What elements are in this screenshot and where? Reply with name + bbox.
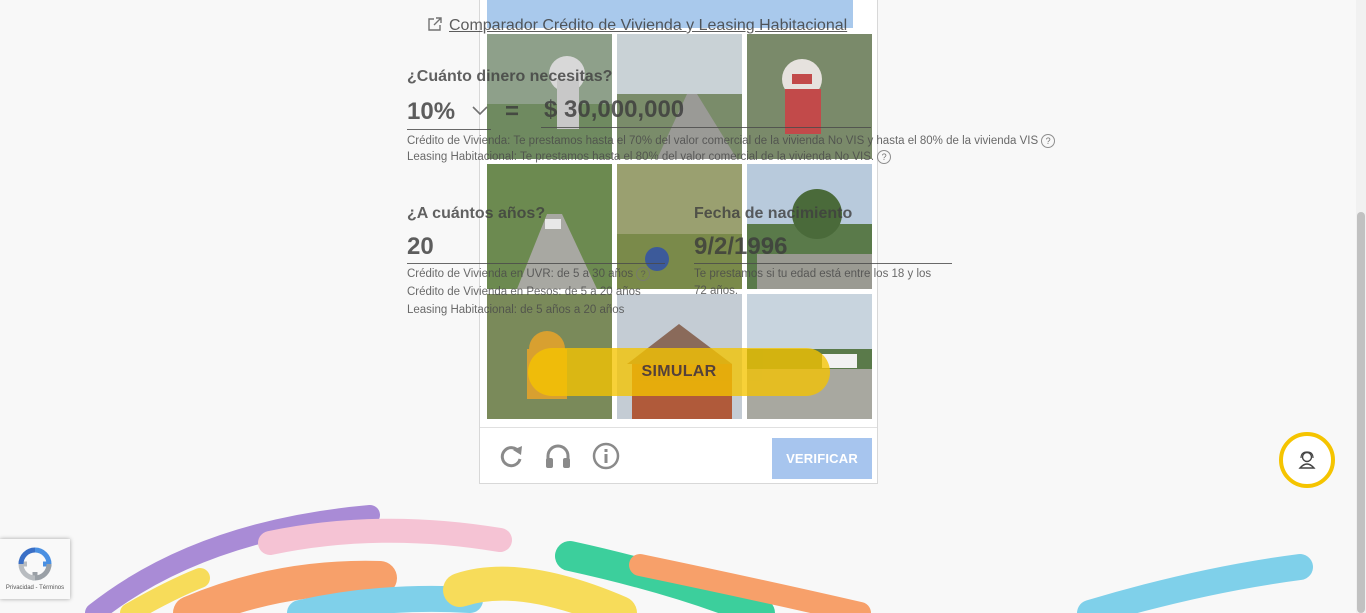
external-link-icon <box>427 16 443 32</box>
birth-date-label: Fecha de nacimiento <box>694 205 853 222</box>
percent-select-value[interactable]: 10% <box>407 98 455 126</box>
birth-date-note: Te prestamos si tu edad está entre los 1… <box>694 268 932 297</box>
leasing-note: Leasing Habitacional: Te prestamos hasta… <box>407 149 892 166</box>
help-icon[interactable]: ? <box>877 150 892 164</box>
birth-date-input[interactable]: 9/2/1996 <box>694 233 787 261</box>
years-note-leasing: Leasing Habitacional: de 5 años a 20 año… <box>407 304 625 316</box>
chevron-down-icon[interactable] <box>471 104 489 122</box>
credit-note-text: Crédito de Vivienda: Te prestamos hasta … <box>407 135 1039 147</box>
percent-underline <box>407 129 491 130</box>
years-underline <box>407 263 665 264</box>
amount-underline <box>541 127 871 128</box>
recaptcha-badge[interactable]: Privacidad - Términos <box>0 539 70 599</box>
years-note-pesos: Crédito de Vivienda en Pesos: de 5 a 20 … <box>407 286 641 298</box>
years-note-uvr: Crédito de Vivienda en UVR: de 5 a 30 añ… <box>407 266 651 283</box>
years-note-uvr-text: Crédito de Vivienda en UVR: de 5 a 30 añ… <box>407 268 634 280</box>
years-question: ¿A cuántos años? <box>407 205 546 222</box>
amount-question: ¿Cuánto dinero necesitas? <box>407 68 613 85</box>
simulate-button[interactable]: SIMULAR <box>528 348 830 396</box>
comparator-link[interactable]: Comparador Crédito de Vivienda y Leasing… <box>427 16 847 35</box>
recaptcha-logo-icon <box>17 546 53 587</box>
comparator-link-label: Comparador Crédito de Vivienda y Leasing… <box>449 17 848 34</box>
recaptcha-terms[interactable]: Privacidad - Términos <box>0 585 70 591</box>
years-input[interactable]: 20 <box>407 233 434 261</box>
amount-input[interactable]: $ 30,000,000 <box>544 96 684 124</box>
help-icon[interactable]: ? <box>1041 134 1056 148</box>
agent-icon <box>1297 450 1317 475</box>
help-icon[interactable]: ? <box>636 267 651 281</box>
simulator-form: Comparador Crédito de Vivienda y Leasing… <box>0 0 1366 613</box>
credit-note: Crédito de Vivienda: Te prestamos hasta … <box>407 133 1056 150</box>
equals-sign: = <box>505 98 520 125</box>
assistant-button[interactable] <box>1279 432 1335 488</box>
leasing-note-text: Leasing Habitacional: Te prestamos hasta… <box>407 151 875 163</box>
scrollbar-thumb[interactable] <box>1357 212 1365 613</box>
birth-date-underline <box>694 263 952 264</box>
